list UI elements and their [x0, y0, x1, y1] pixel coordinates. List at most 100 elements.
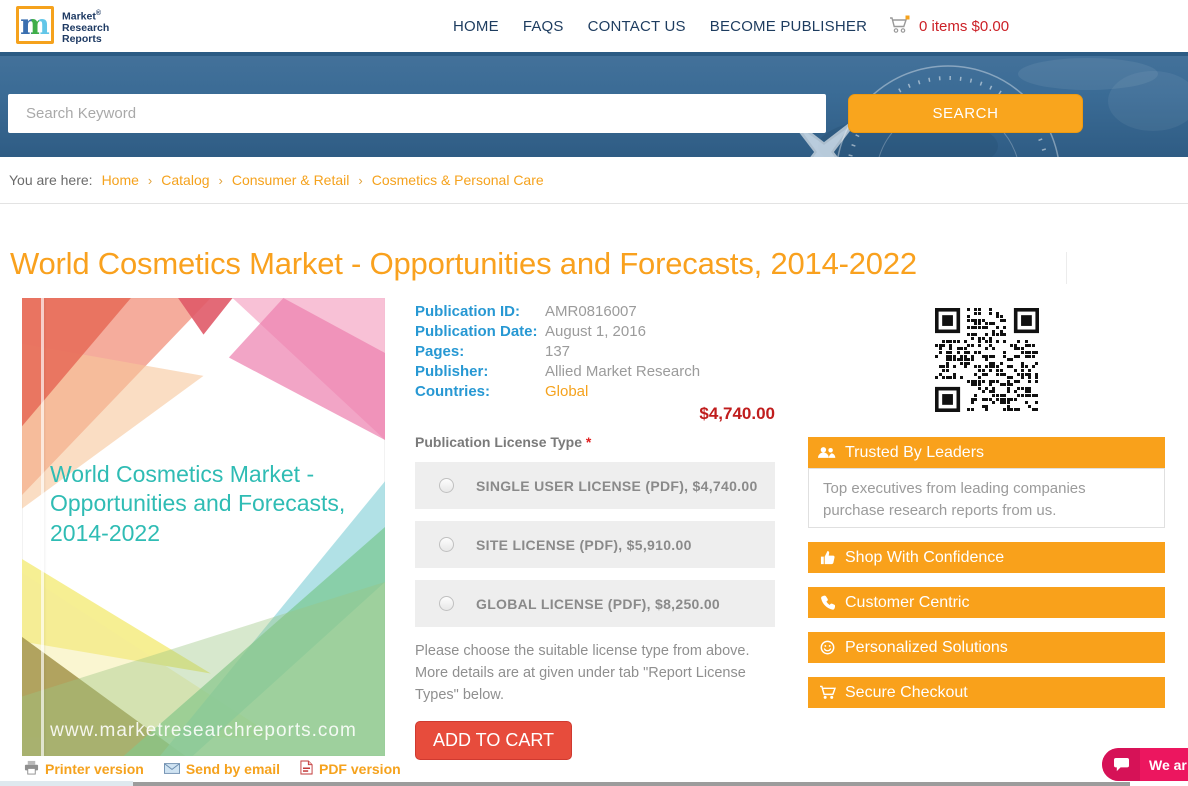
- publication-id: AMR0816007: [545, 303, 637, 320]
- hero-banner: SEARCH: [0, 52, 1188, 157]
- countries-link[interactable]: Global: [545, 382, 588, 402]
- title-divider: [1066, 252, 1067, 284]
- nav-become-publisher[interactable]: BECOME PUBLISHER: [710, 18, 867, 35]
- license-type-text: Publication License Type: [415, 434, 583, 450]
- cover-spine: [41, 298, 44, 756]
- detail-row: Pages: 137: [415, 342, 775, 362]
- banner-label: Shop With Confidence: [845, 548, 1005, 566]
- search-input[interactable]: [8, 94, 826, 133]
- detail-label: Publisher:: [415, 363, 489, 380]
- cart-button[interactable]: 0 items $0.00: [888, 0, 1009, 52]
- breadcrumb-separator: ›: [358, 172, 363, 188]
- detail-label: Publication ID:: [415, 303, 520, 320]
- nav-home[interactable]: HOME: [453, 18, 499, 35]
- logo-line1: Market: [62, 10, 96, 23]
- detail-row: Publisher: Allied Market Research: [415, 362, 775, 382]
- banner-trusted-by-leaders: Trusted By Leaders: [808, 437, 1165, 468]
- cover-title: World Cosmetics Market - Opportunities a…: [50, 461, 346, 546]
- license-option-single-user[interactable]: SINGLE USER LICENSE (PDF), $4,740.00: [415, 462, 775, 509]
- cart-icon: [818, 685, 836, 700]
- publisher-name: Allied Market Research: [545, 363, 701, 380]
- radio-button[interactable]: [439, 537, 454, 552]
- nav-contact-us[interactable]: CONTACT US: [588, 18, 686, 35]
- page-title: World Cosmetics Market - Opportunities a…: [10, 246, 917, 281]
- breadcrumb-separator: ›: [218, 172, 223, 188]
- pdf-version-label: PDF version: [318, 761, 401, 777]
- banner-label: Secure Checkout: [845, 683, 968, 701]
- logo-m-icon: m: [16, 6, 54, 44]
- printer-version-link[interactable]: Printer version: [24, 760, 144, 778]
- banner-label: Personalized Solutions: [845, 638, 1008, 656]
- cart-icon: [888, 14, 912, 39]
- phone-icon: [818, 595, 836, 610]
- thumbs-up-icon: [818, 550, 836, 565]
- pdf-version-link[interactable]: PDF version: [300, 760, 401, 778]
- detail-label: Countries:: [415, 383, 490, 400]
- license-option-label: SINGLE USER LICENSE (PDF), $4,740.00: [476, 477, 758, 494]
- qr-code-wrapper: [808, 296, 1165, 417]
- banner-shop-with-confidence: Shop With Confidence: [808, 542, 1165, 573]
- required-asterisk: *: [585, 434, 592, 450]
- tab-strip-active[interactable]: [0, 781, 133, 786]
- send-by-email-link[interactable]: Send by email: [163, 761, 280, 777]
- nav-faqs[interactable]: FAQS: [523, 18, 564, 35]
- publication-date: August 1, 2016: [545, 323, 646, 340]
- header: m Market® Research Reports HOME FAQS CON…: [0, 0, 1188, 52]
- version-links: Printer version Send by email PDF versio…: [24, 760, 401, 778]
- license-option-label: GLOBAL LICENSE (PDF), $8,250.00: [476, 595, 720, 612]
- chat-label: We ar: [1149, 756, 1187, 773]
- divider: [0, 203, 1188, 204]
- license-type-label: Publication License Type *: [415, 434, 775, 450]
- registered-mark: ®: [95, 10, 102, 17]
- breadcrumb: You are here: Home › Catalog › Consumer …: [9, 172, 544, 188]
- page: m Market® Research Reports HOME FAQS CON…: [0, 0, 1188, 786]
- email-icon: [163, 761, 180, 777]
- printer-icon: [24, 760, 39, 778]
- breadcrumb-link-cosmetics[interactable]: Cosmetics & Personal Care: [372, 172, 544, 188]
- cart-summary: 0 items $0.00: [919, 17, 1010, 35]
- breadcrumb-separator: ›: [147, 172, 153, 188]
- smiley-icon: [818, 640, 836, 655]
- banner-label: Trusted By Leaders: [845, 443, 985, 461]
- license-option-label: SITE LICENSE (PDF), $5,910.00: [476, 536, 692, 553]
- logo-line2: Research: [62, 21, 110, 34]
- detail-label: Publication Date:: [415, 323, 538, 340]
- radio-button[interactable]: [439, 596, 454, 611]
- banner-personalized-solutions: Personalized Solutions: [808, 632, 1165, 663]
- logo[interactable]: m Market® Research Reports: [16, 6, 109, 45]
- report-cover-image: World Cosmetics Market - Opportunities a…: [22, 298, 385, 756]
- qr-code: [934, 308, 1039, 412]
- logo-line3: Reports: [62, 32, 102, 45]
- publication-details: Publication ID: AMR0816007 Publication D…: [415, 302, 775, 761]
- add-to-cart-button[interactable]: ADD TO CART: [415, 721, 573, 761]
- pdf-icon: [300, 760, 313, 778]
- info-text: Top executives from leading companies pu…: [823, 480, 1086, 519]
- banner-secure-checkout: Secure Checkout: [808, 677, 1165, 708]
- sidebar: Trusted By Leaders Top executives from l…: [808, 296, 1165, 722]
- radio-button[interactable]: [439, 478, 454, 493]
- cover-site-url: www.marketresearchreports.com: [50, 720, 357, 741]
- printer-version-label: Printer version: [45, 761, 144, 777]
- breadcrumb-link-consumer-retail[interactable]: Consumer & Retail: [232, 172, 350, 188]
- tab-strip[interactable]: [133, 782, 1130, 786]
- banner-customer-centric: Customer Centric: [808, 587, 1165, 618]
- license-option-global[interactable]: GLOBAL LICENSE (PDF), $8,250.00: [415, 580, 775, 627]
- banner-label: Customer Centric: [845, 593, 970, 611]
- breadcrumb-link-catalog[interactable]: Catalog: [161, 172, 209, 188]
- search-button[interactable]: SEARCH: [848, 94, 1083, 133]
- license-option-site[interactable]: SITE LICENSE (PDF), $5,910.00: [415, 521, 775, 568]
- pages-count: 137: [545, 343, 571, 360]
- users-icon: [818, 446, 836, 459]
- detail-row: Publication ID: AMR0816007: [415, 302, 775, 322]
- main-nav: HOME FAQS CONTACT US BECOME PUBLISHER: [453, 0, 867, 52]
- license-note: Please choose the suitable license type …: [415, 643, 750, 704]
- breadcrumb-link-home[interactable]: Home: [102, 172, 139, 188]
- trusted-by-leaders-description: Top executives from leading companies pu…: [808, 468, 1165, 528]
- price: $4,740.00: [699, 404, 775, 423]
- chat-widget[interactable]: We ar: [1102, 748, 1188, 781]
- send-by-email-label: Send by email: [185, 761, 280, 777]
- detail-row: Countries: Global: [415, 382, 775, 402]
- breadcrumb-prefix: You are here:: [9, 172, 93, 188]
- detail-row: Publication Date: August 1, 2016: [415, 322, 775, 342]
- detail-label: Pages:: [415, 343, 465, 360]
